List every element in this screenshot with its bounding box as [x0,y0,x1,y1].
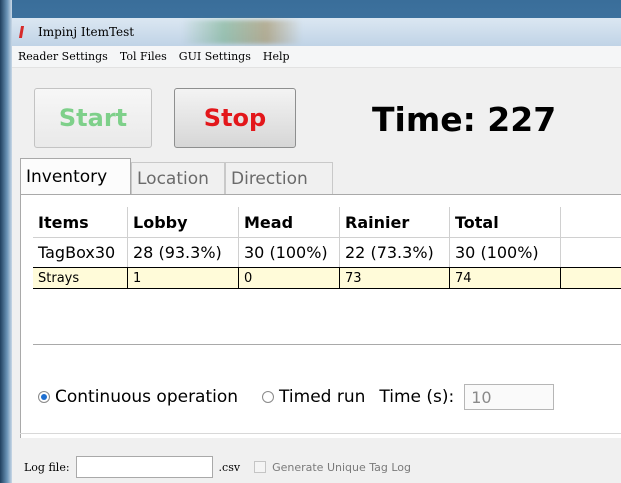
table-cell: 74 [450,268,561,288]
control-bar: Start Stop Time: 227 [12,68,621,158]
continuous-radio[interactable] [38,391,50,403]
menu-bar: Reader Settings Tol Files GUI Settings H… [12,46,621,68]
table-row-selected[interactable]: Strays 1 0 73 74 [33,267,621,289]
table-row[interactable]: TagBox30 28 (93.3%) 30 (100%) 22 (73.3%)… [33,238,621,267]
time-seconds-label: Time (s): [379,387,455,407]
table-cell: Strays [33,268,128,288]
column-header-lobby[interactable]: Lobby [128,207,239,237]
table-cell [561,268,621,288]
log-bar: Log file: .csv Generate Unique Tag Log [24,452,621,482]
table-cell: 73 [340,268,450,288]
table-header: Items Lobby Mead Rainier Total [33,207,621,238]
table-cell [561,238,621,267]
table-cell: 0 [239,268,340,288]
tab-strip: Inventory Location Direction [12,158,621,194]
timed-run-label[interactable]: Timed run [279,387,365,407]
continuous-label[interactable]: Continuous operation [55,387,238,407]
menu-gui-settings[interactable]: GUI Settings [173,50,257,63]
csv-suffix-label: .csv [218,460,241,474]
start-button[interactable]: Start [34,88,152,148]
menu-reader-settings[interactable]: Reader Settings [12,50,114,63]
run-options: Continuous operation Timed run Time (s):… [38,372,621,422]
column-header-total[interactable]: Total [450,207,561,237]
menu-help[interactable]: Help [257,50,296,63]
unique-tag-log-label[interactable]: Generate Unique Tag Log [272,461,411,474]
table-cell: 30 (100%) [450,238,561,267]
separator [20,433,621,434]
app-icon [18,25,32,39]
window-title: Impinj ItemTest [38,25,135,39]
tab-location[interactable]: Location [131,162,225,194]
table-cell: 30 (100%) [239,238,340,267]
time-seconds-input[interactable]: 10 [464,384,555,410]
elapsed-time: Time: 227 [372,100,557,139]
window-left-edge [0,0,12,483]
titlebar-glass [182,20,302,44]
column-header-filler [561,207,621,237]
tab-inventory[interactable]: Inventory [20,158,131,194]
unique-tag-log-checkbox[interactable] [254,461,267,473]
table-cell: 28 (93.3%) [128,238,239,267]
table-cell: TagBox30 [33,238,128,267]
stop-button[interactable]: Stop [174,88,296,148]
inventory-table: Items Lobby Mead Rainier Total TagBox30 … [33,207,621,289]
column-header-mead[interactable]: Mead [239,207,340,237]
menu-tol-files[interactable]: Tol Files [114,50,173,63]
timed-run-radio[interactable] [262,391,275,403]
table-bottom-border [33,344,621,345]
title-bar[interactable]: Impinj ItemTest [12,18,621,46]
table-cell: 1 [128,268,239,288]
tab-direction[interactable]: Direction [225,162,333,194]
column-header-items[interactable]: Items [33,207,128,237]
log-file-input[interactable] [75,456,213,478]
column-header-rainier[interactable]: Rainier [340,207,450,237]
table-cell: 22 (73.3%) [340,238,450,267]
log-file-label: Log file: [24,460,70,474]
